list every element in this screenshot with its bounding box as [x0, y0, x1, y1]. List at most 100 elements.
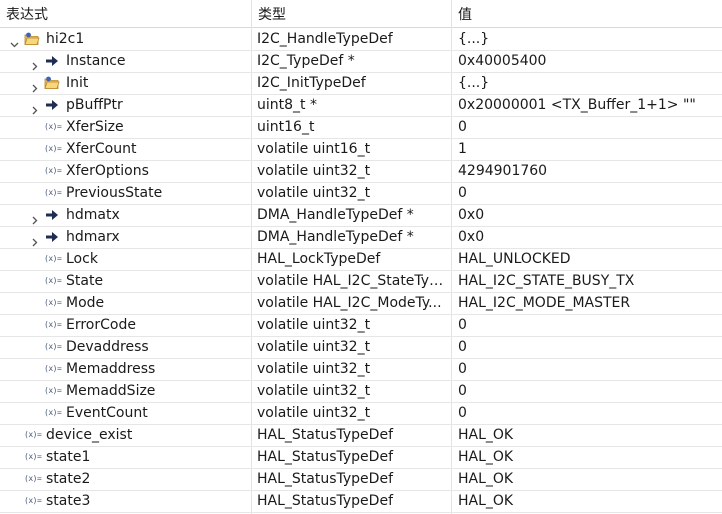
- value-cell[interactable]: 0: [458, 314, 720, 336]
- type-cell: HAL_StatusTypeDef: [257, 427, 393, 443]
- expression-cell: pBuffPtr: [0, 94, 252, 116]
- value-cell[interactable]: HAL_OK: [458, 424, 720, 446]
- value-cell[interactable]: HAL_UNLOCKED: [458, 248, 720, 270]
- expression-cell: (x)= ErrorCode: [0, 314, 252, 336]
- expression-cell: (x)= State: [0, 270, 252, 292]
- variable-icon: (x)=: [44, 276, 62, 285]
- pointer-icon: [44, 207, 60, 223]
- variable-icon: (x)=: [44, 342, 62, 351]
- type-cell: I2C_InitTypeDef: [257, 75, 366, 91]
- column-header-bar: 表达式 类型 值: [0, 0, 722, 28]
- value-cell[interactable]: 0: [458, 380, 720, 402]
- variable-icon: (x)=: [44, 408, 62, 417]
- value-cell[interactable]: 1: [458, 138, 720, 160]
- column-header-value[interactable]: 值: [458, 0, 472, 27]
- expression-name: pBuffPtr: [66, 97, 123, 113]
- tree-row[interactable]: (x)= state1 HAL_StatusTypeDef HAL_OK: [0, 446, 722, 469]
- type-cell: volatile uint32_t: [257, 163, 371, 179]
- value-cell[interactable]: {...}: [458, 28, 720, 50]
- type-cell: I2C_HandleTypeDef: [257, 31, 393, 47]
- struct-icon: [44, 75, 60, 91]
- tree-row[interactable]: (x)= EventCount volatile uint32_t 0: [0, 402, 722, 425]
- chevron-right-icon[interactable]: [30, 56, 39, 71]
- value-cell[interactable]: 0: [458, 116, 720, 138]
- expression-name: device_exist: [46, 427, 133, 443]
- tree-row[interactable]: (x)= XferCount volatile uint16_t 1: [0, 138, 722, 161]
- expressions-view: 表达式 类型 值 hi2c1 I2C_HandleTypeDef {...} Inst…: [0, 0, 722, 514]
- type-cell: volatile HAL_I2C_StateTyp...: [257, 273, 447, 289]
- tree-row[interactable]: (x)= XferSize uint16_t 0: [0, 116, 722, 139]
- type-cell: uint8_t *: [257, 97, 317, 113]
- tree-row[interactable]: (x)= State volatile HAL_I2C_StateTyp... HAL…: [0, 270, 722, 293]
- expression-name: XferOptions: [66, 163, 149, 179]
- tree-row[interactable]: (x)= device_exist HAL_StatusTypeDef HAL_OK: [0, 424, 722, 447]
- tree-row[interactable]: hdmarx DMA_HandleTypeDef * 0x0: [0, 226, 722, 249]
- value-cell[interactable]: HAL_I2C_STATE_BUSY_TX: [458, 270, 720, 292]
- expression-name: EventCount: [66, 405, 148, 421]
- expression-name: XferSize: [66, 119, 124, 135]
- expression-cell: hi2c1: [0, 28, 252, 50]
- pointer-icon: [44, 53, 60, 69]
- expression-name: State: [66, 273, 104, 289]
- tree-row[interactable]: (x)= Mode volatile HAL_I2C_ModeTy... HAL_I2…: [0, 292, 722, 315]
- tree-row[interactable]: (x)= state2 HAL_StatusTypeDef HAL_OK: [0, 468, 722, 491]
- tree-row[interactable]: (x)= Memaddress volatile uint32_t 0: [0, 358, 722, 381]
- type-cell: volatile uint32_t: [257, 317, 371, 333]
- tree-row[interactable]: hdmatx DMA_HandleTypeDef * 0x0: [0, 204, 722, 227]
- type-cell: volatile uint32_t: [257, 339, 371, 355]
- value-cell[interactable]: 0x40005400: [458, 50, 720, 72]
- value-cell[interactable]: HAL_OK: [458, 490, 720, 512]
- value-cell[interactable]: 0: [458, 402, 720, 424]
- pointer-icon: [44, 97, 60, 113]
- variable-icon: (x)=: [44, 320, 62, 329]
- tree-row[interactable]: Init I2C_InitTypeDef {...}: [0, 72, 722, 95]
- expression-name: Init: [66, 75, 89, 91]
- expression-name: Instance: [66, 53, 126, 69]
- struct-icon: [24, 31, 40, 47]
- tree-row[interactable]: (x)= Lock HAL_LockTypeDef HAL_UNLOCKED: [0, 248, 722, 271]
- value-cell[interactable]: 0x20000001 <TX_Buffer_1+1> "": [458, 94, 720, 116]
- expression-name: XferCount: [66, 141, 137, 157]
- tree-row[interactable]: (x)= MemaddSize volatile uint32_t 0: [0, 380, 722, 403]
- expression-name: Memaddress: [66, 361, 156, 377]
- value-cell[interactable]: 4294901760: [458, 160, 720, 182]
- value-cell[interactable]: 0: [458, 358, 720, 380]
- expression-cell: (x)= XferSize: [0, 116, 252, 138]
- tree-row[interactable]: hi2c1 I2C_HandleTypeDef {...}: [0, 28, 722, 51]
- variable-icon: (x)=: [44, 386, 62, 395]
- chevron-right-icon[interactable]: [30, 100, 39, 115]
- value-cell[interactable]: 0: [458, 182, 720, 204]
- tree-row[interactable]: (x)= ErrorCode volatile uint32_t 0: [0, 314, 722, 337]
- value-cell[interactable]: HAL_I2C_MODE_MASTER: [458, 292, 720, 314]
- value-cell[interactable]: 0x0: [458, 204, 720, 226]
- tree-row[interactable]: (x)= PreviousState volatile uint32_t 0: [0, 182, 722, 205]
- value-cell[interactable]: HAL_OK: [458, 446, 720, 468]
- chevron-right-icon[interactable]: [30, 210, 39, 225]
- expression-name: Devaddress: [66, 339, 149, 355]
- expression-name: Mode: [66, 295, 105, 311]
- column-header-type[interactable]: 类型: [258, 0, 286, 27]
- chevron-right-icon[interactable]: [30, 78, 39, 93]
- tree-row[interactable]: Instance I2C_TypeDef * 0x40005400: [0, 50, 722, 73]
- tree-row[interactable]: pBuffPtr uint8_t * 0x20000001 <TX_Buffer_1…: [0, 94, 722, 117]
- type-cell: volatile uint32_t: [257, 361, 371, 377]
- tree-row[interactable]: (x)= XferOptions volatile uint32_t 42949017…: [0, 160, 722, 183]
- column-header-expression[interactable]: 表达式: [6, 0, 48, 27]
- type-cell: I2C_TypeDef *: [257, 53, 355, 69]
- tree-row[interactable]: (x)= state3 HAL_StatusTypeDef HAL_OK: [0, 490, 722, 513]
- variable-icon: (x)=: [24, 452, 42, 461]
- type-cell: volatile HAL_I2C_ModeTy...: [257, 295, 442, 311]
- value-cell[interactable]: {...}: [458, 72, 720, 94]
- value-cell[interactable]: 0: [458, 336, 720, 358]
- type-cell: volatile uint32_t: [257, 383, 371, 399]
- value-cell[interactable]: 0x0: [458, 226, 720, 248]
- type-cell: HAL_LockTypeDef: [257, 251, 381, 267]
- variable-icon: (x)=: [44, 188, 62, 197]
- tree-row[interactable]: (x)= Devaddress volatile uint32_t 0: [0, 336, 722, 359]
- expression-name: MemaddSize: [66, 383, 156, 399]
- variable-icon: (x)=: [44, 144, 62, 153]
- value-cell[interactable]: HAL_OK: [458, 468, 720, 490]
- type-cell: DMA_HandleTypeDef *: [257, 207, 414, 223]
- chevron-right-icon[interactable]: [30, 232, 39, 247]
- chevron-down-icon[interactable]: [10, 34, 19, 48]
